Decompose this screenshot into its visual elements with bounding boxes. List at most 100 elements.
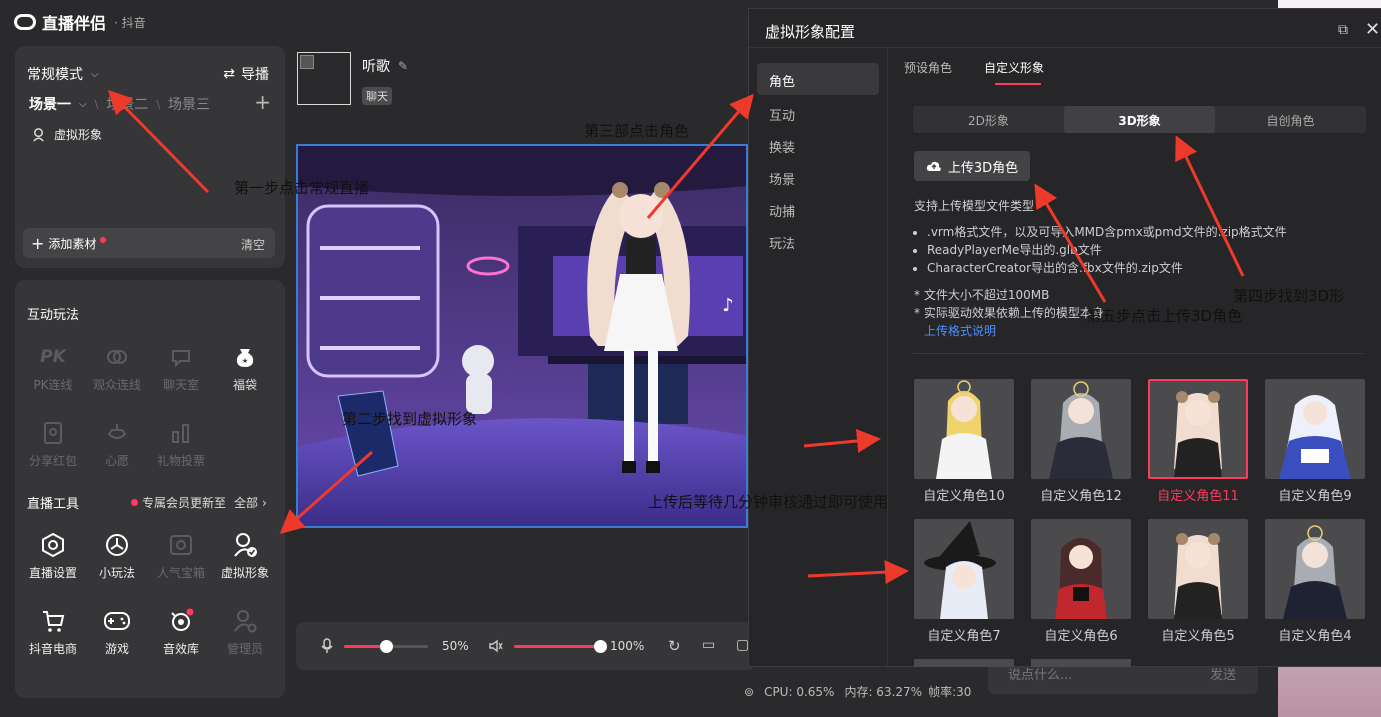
character-card-partial[interactable] (1031, 659, 1131, 667)
driver-note: * 实际驱动效果依赖上传的模型本身 (914, 306, 1104, 320)
nav-item-outfit[interactable]: 换装 (769, 137, 795, 156)
treasure-box-icon (149, 528, 213, 562)
close-icon[interactable]: ✕ (1365, 19, 1380, 40)
live-preview[interactable]: ♪ (296, 144, 748, 528)
dialog-nav: 角色 互动 换装 场景 动捕 玩法 (749, 48, 888, 668)
member-update-link[interactable]: 专属会员更新至 全部 › (131, 494, 267, 511)
microphone-icon[interactable] (320, 638, 334, 658)
sound-library-button[interactable]: 音效库 (149, 604, 213, 657)
gamepad-icon (85, 604, 149, 638)
format-item-fbx: CharacterCreator导出的含.fbx文件的.zip文件 (927, 259, 1287, 277)
chat-room-button[interactable]: 聊天室 (149, 340, 213, 393)
segment-2d[interactable]: 2D形象 (913, 112, 1064, 129)
chevron-down-icon[interactable]: ⌵ (79, 99, 87, 110)
guide-button[interactable]: ⇄ 导播 (223, 64, 269, 84)
notification-dot (100, 236, 107, 243)
live-settings-button[interactable]: 直播设置 (21, 528, 85, 581)
gift-vote-button[interactable]: 礼物投票 (149, 416, 213, 469)
nav-item-interact[interactable]: 互动 (769, 105, 795, 124)
source-item[interactable]: 虚拟形象 (31, 126, 102, 143)
mic-volume-knob[interactable] (380, 640, 393, 653)
clear-button[interactable]: 清空 (241, 236, 265, 253)
section-divider (913, 353, 1363, 354)
character-card[interactable]: 自定义角色9 (1265, 379, 1365, 504)
admin-button[interactable]: 管理员 (213, 604, 277, 657)
nav-item-role[interactable]: 角色 (757, 63, 879, 95)
nav-item-gameplay[interactable]: 玩法 (769, 233, 795, 252)
nav-item-mocap[interactable]: 动捕 (769, 201, 795, 220)
pk-button[interactable]: PK PK连线 (21, 340, 85, 393)
mic-volume-label: 50% (442, 639, 469, 653)
stream-title-row: 听歌 ✎ (362, 56, 408, 76)
mini-game-button[interactable]: 小玩法 (85, 528, 149, 581)
game-button[interactable]: 游戏 (85, 604, 149, 657)
character-card[interactable]: 自定义角色12 (1031, 379, 1131, 504)
source-label: 虚拟形象 (54, 128, 103, 142)
character-card[interactable]: 自定义角色6 (1031, 519, 1131, 644)
character-card[interactable]: 自定义角色11 (1148, 379, 1248, 504)
speaker-volume-knob[interactable] (594, 640, 607, 653)
update-notice: 专属会员更新至 (142, 496, 227, 510)
dialog-title: 虚拟形象配置 (765, 23, 856, 41)
nav-item-scene[interactable]: 场景 (769, 169, 795, 188)
popout-icon[interactable]: ⧉ (1338, 22, 1348, 38)
upload-3d-button[interactable]: 上传3D角色 (914, 151, 1030, 181)
speaker-volume-slider[interactable] (514, 640, 607, 653)
tab-custom[interactable]: 自定义形象 (984, 59, 1044, 76)
character-card-partial[interactable] (914, 659, 1014, 667)
ecommerce-button[interactable]: 抖音电商 (21, 604, 85, 657)
avatar-icon (213, 528, 277, 562)
character-thumbnail (1265, 379, 1365, 479)
character-card[interactable]: 自定义角色5 (1148, 519, 1248, 644)
scene-panel: 常规模式 ⌵ ⇄ 导播 场景一 ⌵ \ 场景二 \ 场景三 + 虚拟形象 + 添… (15, 46, 285, 268)
segment-3d[interactable]: 3D形象 (1064, 106, 1215, 133)
add-material-button[interactable]: + 添加素材 (31, 235, 107, 252)
avatar-tool-button[interactable]: 虚拟形象 (213, 528, 277, 581)
svg-text:★: ★ (242, 357, 248, 365)
fps-status: 帧率:30 (928, 685, 972, 699)
scene-tab-2[interactable]: 场景二 (106, 94, 148, 114)
virtual-room-scene: ♪ (298, 146, 746, 526)
segment-custom[interactable]: 自创角色 (1215, 112, 1366, 129)
character-thumbnail (1265, 519, 1365, 619)
platform-name: · 抖音 (114, 15, 146, 30)
stream-cover[interactable] (297, 52, 351, 105)
character-thumbnail (1031, 379, 1131, 479)
avatar-icon (33, 128, 44, 142)
stream-tag: 聊天 (362, 87, 392, 105)
scene-tab-1[interactable]: 场景一 (29, 94, 71, 114)
support-title: 支持上传模型文件类型 (914, 199, 1035, 213)
cpu-status: CPU: 0.65% (764, 684, 835, 699)
refresh-icon[interactable]: ↻ (668, 637, 681, 655)
audience-link-button[interactable]: 观众连线 (85, 340, 149, 393)
broken-image-icon (300, 55, 314, 69)
annotation-step1: 第一步点击常规直播 (234, 179, 370, 197)
character-card[interactable]: 自定义角色10 (914, 379, 1014, 504)
treasure-box-button[interactable]: 人气宝箱 (149, 528, 213, 581)
add-scene-icon[interactable]: + (254, 90, 271, 114)
add-material-label: 添加素材 (48, 237, 97, 251)
red-packet-button[interactable]: 分享红包 (21, 416, 85, 469)
format-item-glb: ReadyPlayerMe导出的.glb文件 (927, 241, 1287, 259)
format-help-link[interactable]: 上传格式说明 (924, 322, 996, 339)
pk-icon: PK (40, 347, 66, 367)
mic-volume-slider[interactable] (344, 640, 428, 653)
sound-library-icon (149, 604, 213, 638)
lucky-bag-icon: ★ (213, 340, 277, 374)
wish-button[interactable]: 心愿 (85, 416, 149, 469)
character-card[interactable]: 自定义角色7 (914, 519, 1014, 644)
annotation-step3: 第三部点击角色 (584, 122, 690, 140)
character-card[interactable]: 自定义角色4 (1265, 519, 1365, 644)
lucky-bag-button[interactable]: ★ 福袋 (213, 340, 277, 393)
mode-selector[interactable]: 常规模式 ⌵ (27, 64, 99, 84)
edit-icon[interactable]: ✎ (398, 59, 408, 73)
scene-tab-3[interactable]: 场景三 (168, 94, 210, 114)
logo-name: 直播伴侣 (42, 14, 107, 33)
format-list: .vrm格式文件，以及可导入MMD含pmx或pmd文件的.zip格式文件 Rea… (927, 223, 1287, 277)
format-item-vrm: .vrm格式文件，以及可导入MMD含pmx或pmd文件的.zip格式文件 (927, 223, 1287, 241)
tab-preset[interactable]: 预设角色 (904, 59, 952, 76)
screen-cast-icon[interactable]: ▭ (702, 637, 715, 653)
annotation-after-upload: 上传后等待几分钟审核通过即可使用 (648, 493, 889, 511)
speaker-icon[interactable] (488, 638, 504, 658)
app-logo: 直播伴侣 · 抖音 (14, 10, 146, 34)
